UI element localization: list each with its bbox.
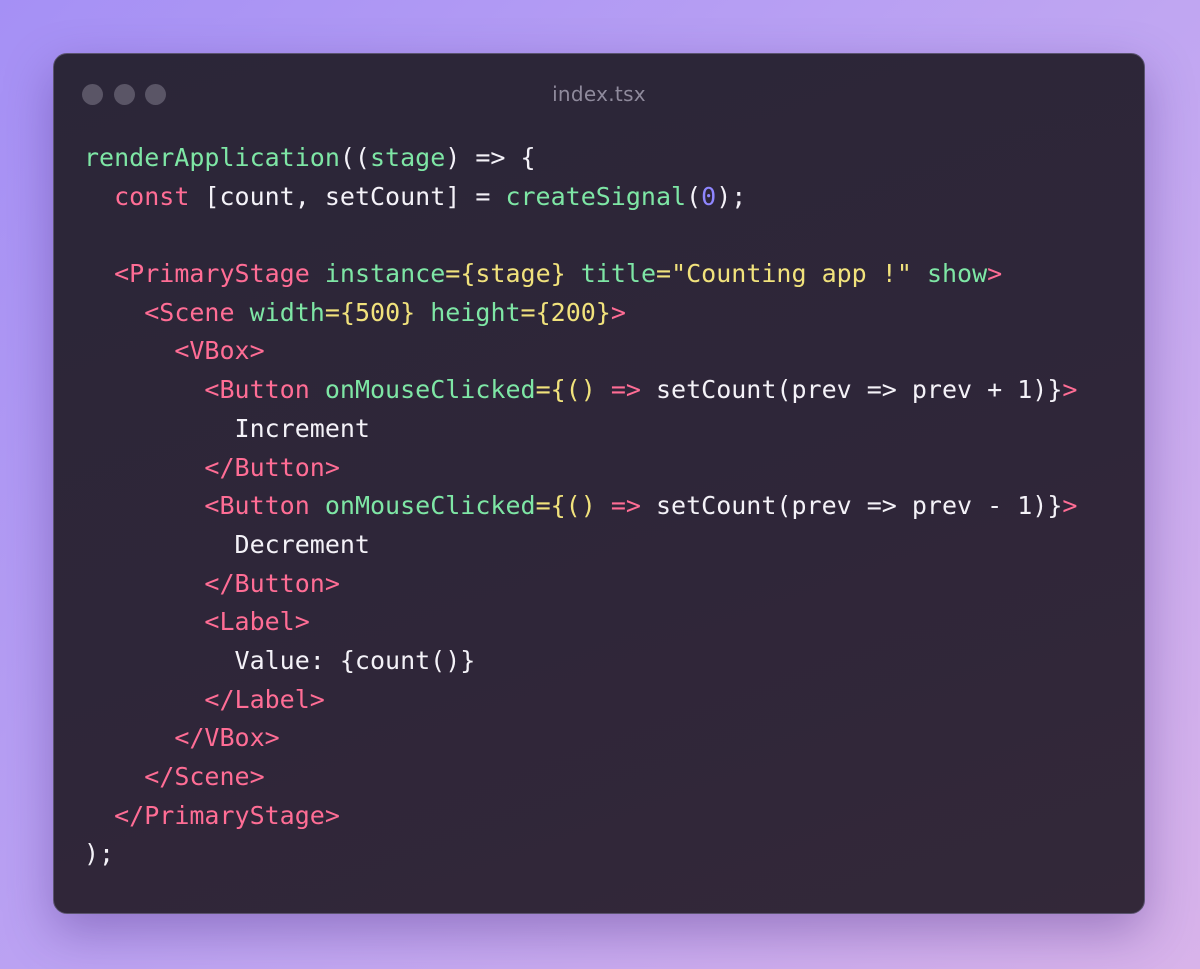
code-line: <Scene width={500} height={200}> (84, 294, 1077, 333)
window-titlebar: index.tsx (54, 54, 1144, 136)
code-line: <Button onMouseClicked={() => setCount(p… (84, 487, 1077, 526)
code-token: </Button> (204, 568, 340, 598)
code-line: const [count, setCount] = createSignal(0… (84, 178, 1077, 217)
code-line: <VBox> (84, 332, 1077, 371)
code-token: stage (369, 143, 446, 172)
code-line: <Button onMouseClicked={() => setCount(p… (84, 371, 1077, 410)
code-token: ="Counting app !" (656, 259, 912, 289)
code-block: renderApplication((stage) => { const [co… (84, 139, 1077, 874)
code-token: width (249, 297, 325, 327)
file-name: index.tsx (552, 82, 646, 106)
code-token: ( (686, 181, 702, 211)
code-token: </Scene> (144, 762, 265, 791)
code-token: Value: {count()} (84, 645, 476, 675)
code-token: Increment (84, 413, 370, 443)
code-line: </Button> (84, 449, 1077, 488)
code-token: => (610, 375, 641, 405)
code-token: ={500} (324, 297, 416, 327)
code-line: <Label> (84, 603, 1077, 642)
code-window: index.tsx renderApplication((stage) => {… (53, 53, 1145, 914)
code-token: [count, setCount] = (189, 181, 506, 211)
code-token: </Button> (204, 452, 340, 482)
code-line: </Label> (84, 681, 1077, 720)
code-token: height (430, 297, 521, 327)
code-token: 0 (701, 181, 717, 211)
code-token: > (1062, 491, 1078, 521)
code-token: <VBox> (174, 336, 265, 366)
code-token: > (610, 297, 626, 327)
code-token: </VBox> (174, 723, 280, 753)
code-line: </Button> (84, 565, 1077, 604)
code-token: > (1062, 375, 1078, 405)
code-token: <Button (204, 375, 310, 405)
code-token: setCount(prev => prev - 1)} (640, 491, 1063, 521)
code-token: <Label> (204, 607, 310, 637)
code-token: <PrimaryStage (114, 259, 310, 289)
code-token: ) => { (445, 143, 536, 172)
code-line: </PrimaryStage> (84, 797, 1077, 836)
code-token: const (114, 181, 190, 211)
code-line: Value: {count()} (84, 642, 1077, 681)
code-token: ={stage} (445, 259, 566, 289)
code-line: </VBox> (84, 719, 1077, 758)
code-token: ={() (535, 491, 596, 521)
code-token: > (987, 259, 1003, 289)
code-token: </Label> (204, 684, 325, 714)
code-line: Decrement (84, 526, 1077, 565)
code-token: ={() (535, 375, 596, 405)
code-token: title (580, 259, 657, 289)
code-token: => (610, 491, 641, 521)
code-token: ={200} (520, 297, 611, 327)
code-token: createSignal (505, 181, 687, 211)
code-token: ); (84, 839, 115, 869)
code-token: Decrement (84, 529, 370, 559)
code-line: <PrimaryStage instance={stage} title="Co… (84, 255, 1077, 294)
code-token: <Scene (144, 297, 235, 327)
code-line: renderApplication((stage) => { (84, 139, 1077, 178)
code-token: onMouseClicked (324, 491, 536, 521)
code-line: Increment (84, 410, 1077, 449)
code-token: ); (716, 181, 747, 211)
code-token: (( (339, 143, 370, 172)
code-token: renderApplication (84, 143, 340, 172)
code-token: <Button (204, 491, 310, 521)
code-token: </PrimaryStage> (114, 800, 340, 830)
code-token: show (926, 259, 988, 289)
code-line: ); (84, 835, 1077, 874)
code-line: </Scene> (84, 758, 1077, 797)
code-token: setCount(prev => prev + 1)} (640, 375, 1063, 405)
code-token: onMouseClicked (324, 375, 536, 405)
code-token: instance (324, 259, 446, 289)
